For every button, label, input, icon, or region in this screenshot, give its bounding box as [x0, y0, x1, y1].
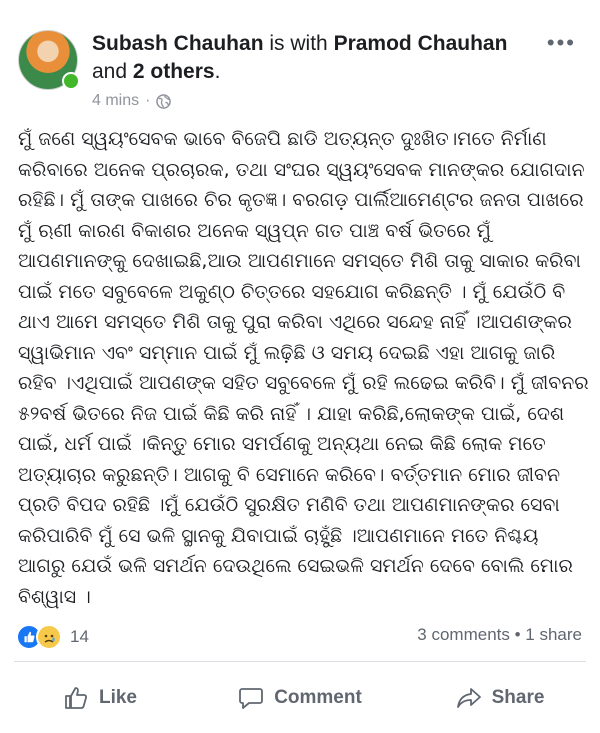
comment-label: Comment [274, 687, 362, 708]
meta-separator: · [145, 92, 151, 109]
author-name[interactable]: Subash Chauhan [92, 32, 264, 55]
post-time[interactable]: 4 mins [92, 92, 139, 110]
post-header: Subash Chauhan is with Pramod Chauhan an… [0, 0, 600, 120]
reaction-summary[interactable]: 14 [16, 624, 89, 650]
like-label: Like [98, 687, 138, 708]
share-arrow-icon [456, 688, 481, 708]
sad-reaction-icon [36, 624, 62, 650]
post-body-text: ମୁଁ ଜଣେ ସ୍ୱୟଂସେବକ ଭାବେ ବିଜେପି ଛାଡି ଅତ୍ୟନ… [18, 128, 589, 608]
thumbs-up-icon [65, 687, 87, 709]
more-options-icon[interactable]: ••• [547, 30, 576, 56]
reaction-count: 14 [70, 627, 89, 646]
like-button[interactable]: Like [0, 670, 200, 726]
comment-bubble-icon [239, 688, 264, 709]
share-label: Share [491, 687, 545, 708]
comments-count-link[interactable]: 3 comments [417, 625, 510, 644]
actions-divider [14, 661, 586, 662]
tagged-others-link[interactable]: 2 others [133, 60, 215, 83]
shares-count-link[interactable]: 1 share [525, 625, 582, 644]
post-author-line: Subash Chauhan is with Pramod Chauhan an… [92, 32, 508, 83]
with-text: is with [269, 32, 328, 55]
share-button[interactable]: Share [400, 670, 600, 726]
post-actions-bar: Like Comment Share [0, 670, 600, 726]
post-meta: 4 mins · [92, 92, 172, 110]
online-status-dot [62, 72, 80, 90]
comment-button[interactable]: Comment [200, 670, 400, 726]
globe-icon[interactable] [156, 93, 172, 109]
tagged-person[interactable]: Pramod Chauhan [334, 32, 508, 55]
engagement-counts: 3 comments • 1 share [417, 625, 582, 645]
and-text: and [92, 60, 128, 83]
counts-separator: • [514, 625, 521, 644]
